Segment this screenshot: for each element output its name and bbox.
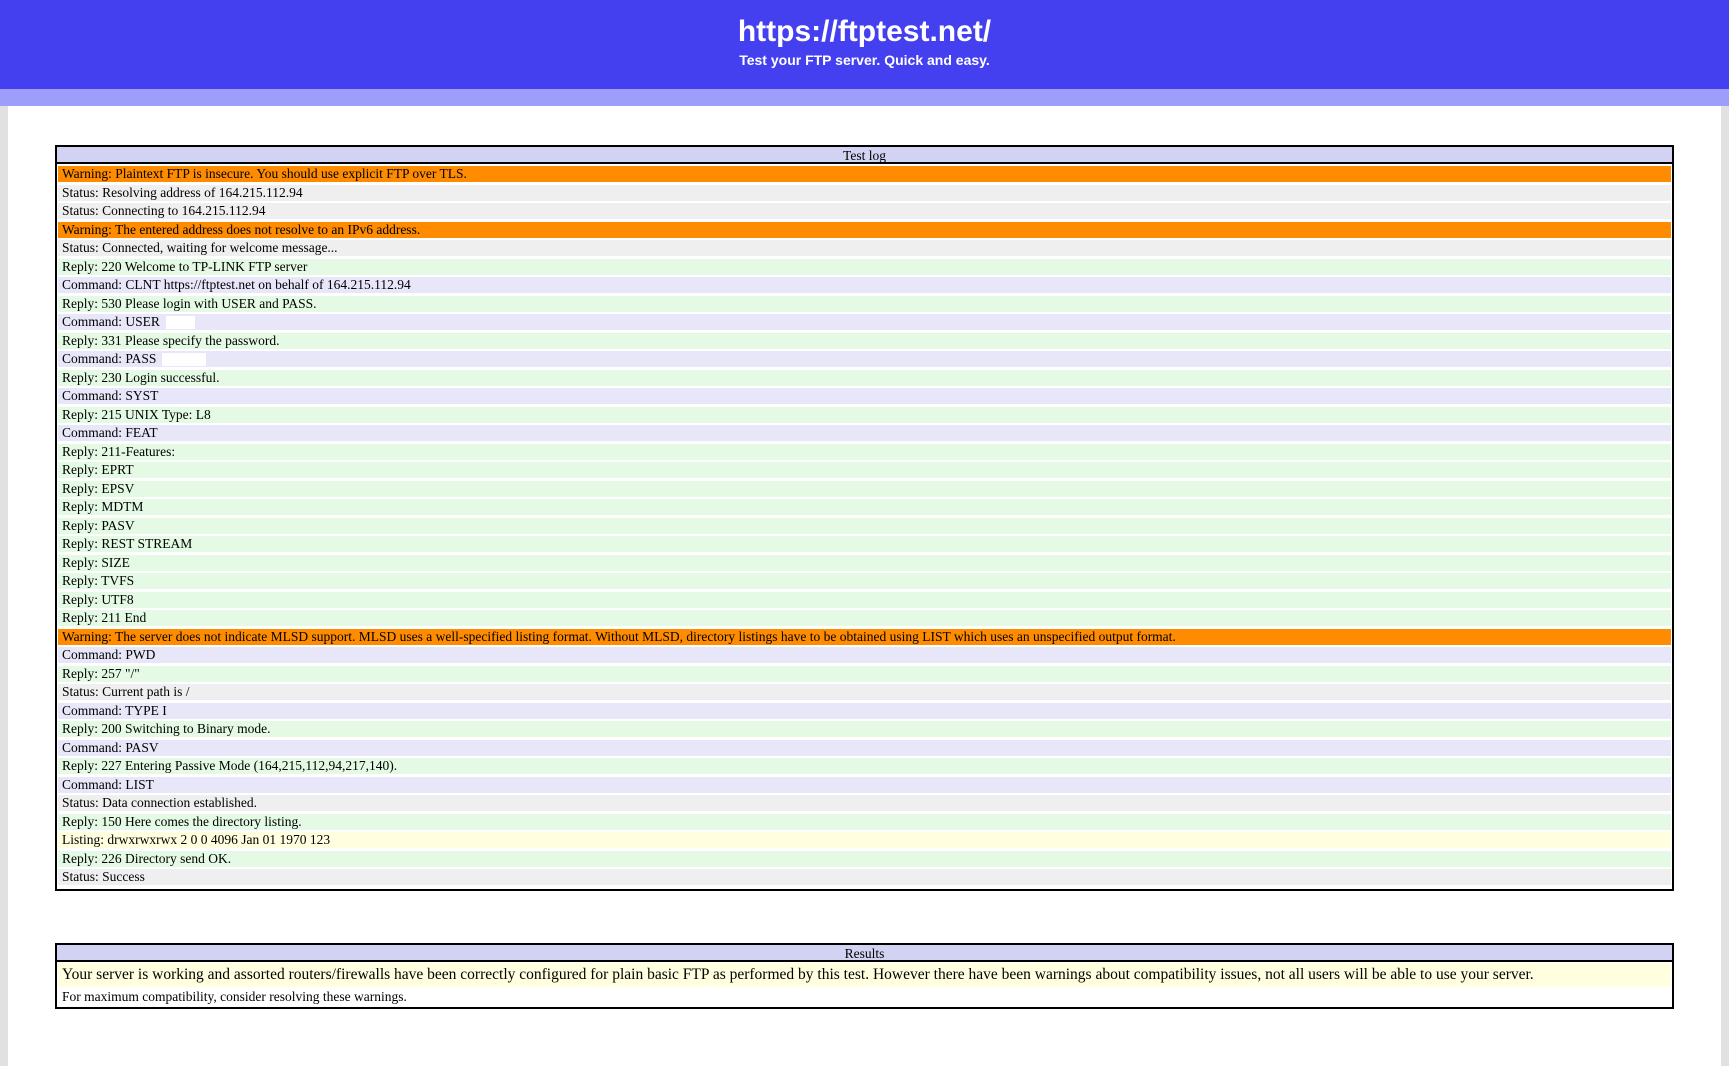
log-row: Reply: 226 Directory send OK. <box>58 851 1671 867</box>
site-header: https://ftptest.net/ Test your FTP serve… <box>0 0 1729 89</box>
log-row: Reply: 215 UNIX Type: L8 <box>58 407 1671 423</box>
log-row: Command: USER <box>58 314 1671 330</box>
test-log-title: Test log <box>57 147 1672 164</box>
log-row: Command: CLNT https://ftptest.net on beh… <box>58 277 1671 293</box>
log-row: Status: Connecting to 164.215.112.94 <box>58 203 1671 219</box>
page-background: Test log Warning: Plaintext FTP is insec… <box>0 106 1729 1066</box>
log-row: Reply: 211 End <box>58 610 1671 626</box>
log-row: Reply: EPSV <box>58 481 1671 497</box>
results-body: Your server is working and assorted rout… <box>57 962 1672 1007</box>
header-accent-band <box>0 89 1729 106</box>
log-row: Reply: UTF8 <box>58 592 1671 608</box>
test-log-rows: Warning: Plaintext FTP is insecure. You … <box>57 164 1672 889</box>
results-warning-text: Your server is working and assorted rout… <box>58 963 1671 987</box>
log-row: Reply: 220 Welcome to TP-LINK FTP server <box>58 259 1671 275</box>
log-row: Reply: 331 Please specify the password. <box>58 333 1671 349</box>
log-row: Warning: The server does not indicate ML… <box>58 629 1671 645</box>
log-row: Command: LIST <box>58 777 1671 793</box>
results-title: Results <box>57 945 1672 962</box>
log-row: Reply: PASV <box>58 518 1671 534</box>
log-row: Reply: SIZE <box>58 555 1671 571</box>
log-row: Command: TYPE I <box>58 703 1671 719</box>
log-row: Command: PASV <box>58 740 1671 756</box>
log-row: Reply: TVFS <box>58 573 1671 589</box>
test-log-panel: Test log Warning: Plaintext FTP is insec… <box>55 145 1674 891</box>
page-content: Test log Warning: Plaintext FTP is insec… <box>8 106 1721 1066</box>
log-row: Status: Resolving address of 164.215.112… <box>58 185 1671 201</box>
results-panel: Results Your server is working and assor… <box>55 943 1674 1009</box>
log-row: Reply: 200 Switching to Binary mode. <box>58 721 1671 737</box>
log-row: Command: PASS <box>58 351 1671 367</box>
log-row: Warning: Plaintext FTP is insecure. You … <box>58 166 1671 182</box>
log-row: Status: Success <box>58 869 1671 885</box>
log-row: Reply: 530 Please login with USER and PA… <box>58 296 1671 312</box>
log-row: Command: SYST <box>58 388 1671 404</box>
log-row: Command: PWD <box>58 647 1671 663</box>
log-row: Warning: The entered address does not re… <box>58 222 1671 238</box>
redacted-credential-box <box>162 353 206 366</box>
log-row: Reply: 230 Login successful. <box>58 370 1671 386</box>
log-row: Reply: 211-Features: <box>58 444 1671 460</box>
log-row: Status: Current path is / <box>58 684 1671 700</box>
log-row: Status: Connected, waiting for welcome m… <box>58 240 1671 256</box>
results-advice-text: For maximum compatibility, consider reso… <box>58 987 1671 1006</box>
log-row: Reply: REST STREAM <box>58 536 1671 552</box>
log-row: Reply: EPRT <box>58 462 1671 478</box>
log-row: Reply: 257 "/" <box>58 666 1671 682</box>
redacted-credential-box <box>166 316 195 329</box>
site-title: https://ftptest.net/ <box>0 15 1729 49</box>
site-subtitle: Test your FTP server. Quick and easy. <box>0 49 1729 71</box>
log-row: Status: Data connection established. <box>58 795 1671 811</box>
log-row: Reply: 227 Entering Passive Mode (164,21… <box>58 758 1671 774</box>
log-row: Listing: drwxrwxrwx 2 0 0 4096 Jan 01 19… <box>58 832 1671 848</box>
log-row: Reply: 150 Here comes the directory list… <box>58 814 1671 830</box>
log-row: Reply: MDTM <box>58 499 1671 515</box>
log-row: Command: FEAT <box>58 425 1671 441</box>
